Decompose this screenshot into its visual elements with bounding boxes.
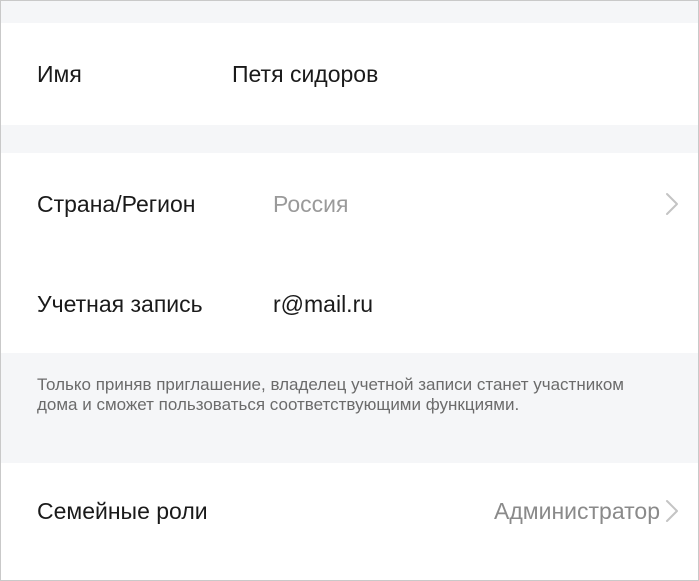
family-roles-row[interactable]: Семейные роли Администратор xyxy=(1,463,698,559)
account-row: Учетная запись r@mail.ru xyxy=(1,255,698,353)
section-gap xyxy=(1,1,698,23)
name-value: Петя сидоров xyxy=(232,60,379,87)
chevron-right-icon xyxy=(662,497,682,525)
chevron-right-icon xyxy=(662,190,682,218)
account-value: r@mail.ru xyxy=(273,290,374,317)
section-gap xyxy=(1,125,698,153)
member-settings-panel: Имя Петя сидоров Страна/Регион Россия Уч… xyxy=(0,0,699,581)
account-label: Учетная запись xyxy=(37,290,203,317)
country-region-value: Россия xyxy=(273,190,349,217)
name-row[interactable]: Имя Петя сидоров xyxy=(1,23,698,125)
family-roles-value: Администратор xyxy=(494,497,660,524)
family-roles-label: Семейные роли xyxy=(37,497,208,524)
country-region-row[interactable]: Страна/Регион Россия xyxy=(1,153,698,255)
name-label: Имя xyxy=(37,60,82,87)
invitation-hint-text: Только приняв приглашение, владелец учет… xyxy=(1,353,698,463)
country-region-label: Страна/Регион xyxy=(37,190,196,217)
